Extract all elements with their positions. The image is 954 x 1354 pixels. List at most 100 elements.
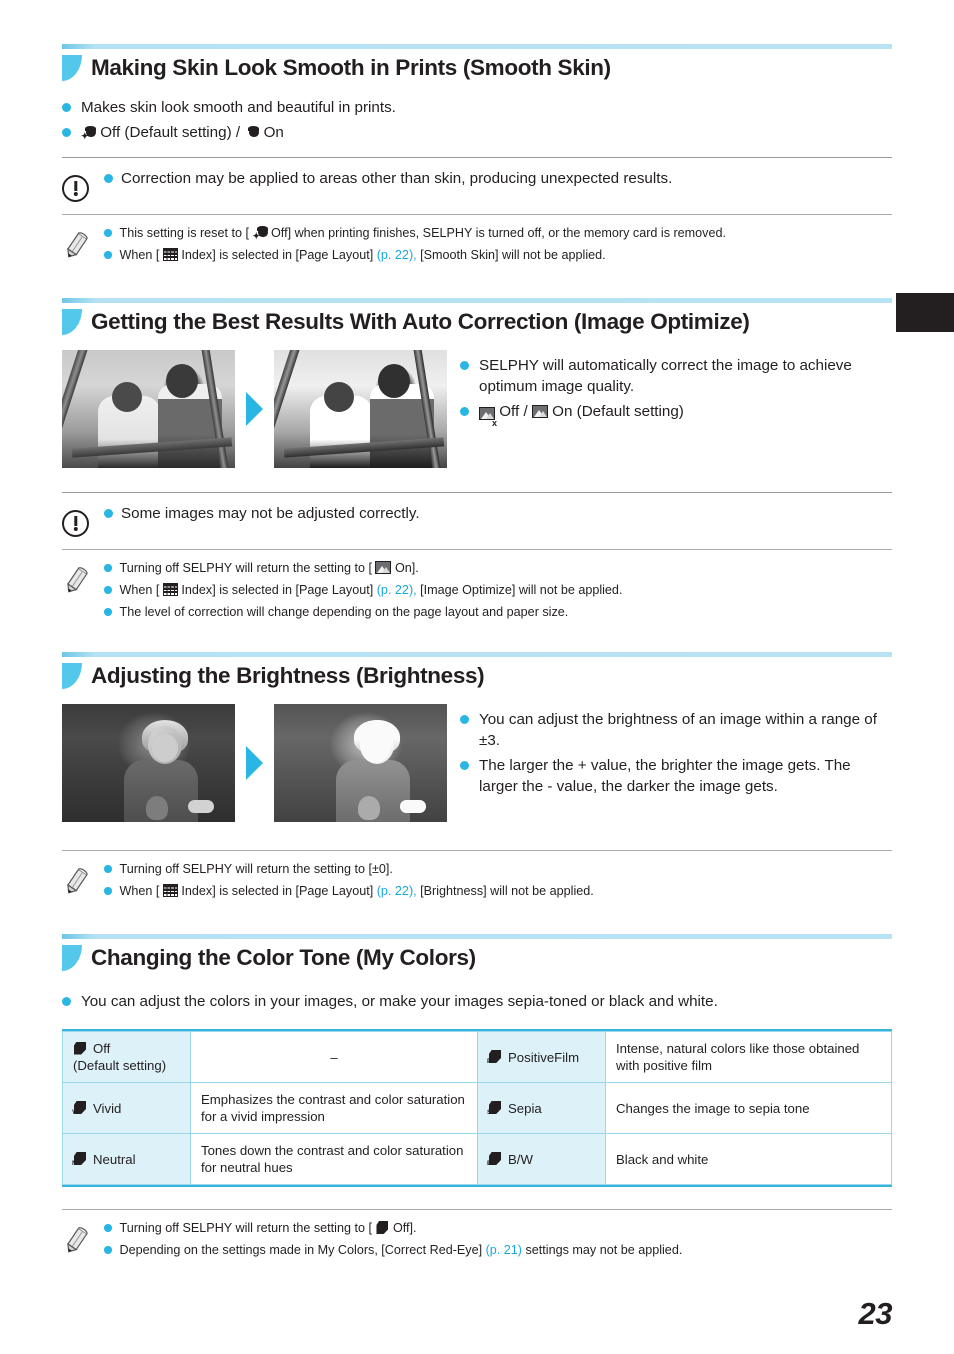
smooth-skin-off-icon: ✦ [81,126,96,141]
note-text: The level of correction will change depe… [119,605,569,619]
list-item: Depending on the settings made in My Col… [104,1241,892,1260]
smooth-skin-off-icon: ✦ [253,226,268,241]
smooth-skin-on-icon [244,126,260,140]
caution-exclamation-icon [62,175,89,202]
option-label: Vivid [93,1100,122,1116]
table-cell-option: Off (Default setting) [62,1031,191,1083]
section-image-optimize: Getting the Best Results With Auto Corre… [62,298,892,632]
list-item: When [ Index] is selected in [Page Layou… [104,581,892,600]
table-cell-description: Black and white [605,1133,892,1185]
bullet-list: You can adjust the brightness of an imag… [460,709,892,797]
note-text: Turning off SELPHY will return the setti… [120,1219,417,1238]
page-number: 23 [858,1296,893,1331]
note-icon-cell [62,559,104,601]
note-text-pre: Depending on the settings made in My Col… [119,1243,483,1257]
example-row: You can adjust the brightness of an imag… [62,704,892,822]
section-heading: Adjusting the Brightness (Brightness) [62,659,892,692]
setting-line: ✦ Off (Default setting) / On [81,122,284,143]
list-item: When [ Index] is selected in [Page Layou… [104,882,892,901]
option-label: Sepia [508,1100,542,1116]
section-marker-icon [62,945,82,971]
example-arrow-icon [246,746,263,780]
note-icon-cell [62,1219,104,1261]
note-block: Turning off SELPHY will return the setti… [62,1210,892,1271]
section-title: Getting the Best Results With Auto Corre… [91,308,750,334]
example-thumbnails [62,350,447,468]
note-text-pre: This setting is reset to [ [119,226,250,240]
caution-block: Correction may be applied to areas other… [62,158,892,214]
note-text-pre: When [ [119,583,160,597]
list-item: You can adjust the brightness of an imag… [460,709,892,751]
table-row: Off (Default setting) – P PositiveFilm I… [62,1031,892,1083]
example-arrow-icon [246,392,263,426]
index-grid-icon [162,884,178,897]
bullet-dot-icon [62,997,71,1006]
image-optimize-off-icon: x [479,403,497,428]
note-icon-cell [62,224,104,266]
setting-separator: / [523,403,528,420]
option-label: Neutral [93,1151,136,1167]
note-text-mid: Index] is selected in [Page Layout] [181,248,374,262]
bullet-text: Makes skin look smooth and beautiful in … [81,99,396,116]
note-text: Turning off SELPHY will return the setti… [119,862,393,876]
bullet-dot-icon [460,407,469,416]
image-optimize-on-icon [375,561,392,574]
page-reference-link[interactable]: (p. 22), [377,884,417,898]
table-cell-option: Se Sepia [477,1082,606,1134]
note-text: When [ Index] is selected in [Page Layou… [120,246,606,265]
note-body: This setting is reset to [ ✦ Off] when p… [104,224,892,265]
section-rule [62,298,892,303]
caution-icon-cell [62,168,104,202]
list-item: SELPHY will automatically correct the im… [460,355,892,397]
chapter-edge-tab [896,293,954,332]
example-thumbnails [62,704,447,822]
page-reference-link[interactable]: (p. 21) [486,1243,522,1257]
my-colors-off-icon [73,1041,87,1056]
page-reference-link[interactable]: (p. 22), [377,248,417,262]
note-text: When [ Index] is selected in [Page Layou… [120,882,594,901]
table-cell-description: Emphasizes the contrast and color satura… [190,1082,478,1134]
table-cell-option: N Neutral [62,1133,191,1185]
section-heading: Making Skin Look Smooth in Prints (Smoot… [62,51,892,84]
example-description: You can adjust the brightness of an imag… [447,704,892,797]
caution-text: Correction may be applied to areas other… [121,170,673,187]
list-item: x Off / On (Default setting) [460,401,892,428]
page-reference-link[interactable]: (p. 22), [377,583,417,597]
section-heading: Getting the Best Results With Auto Corre… [62,305,892,338]
section-title: Changing the Color Tone (My Colors) [91,944,476,970]
table-cell-option: P PositiveFilm [477,1031,606,1083]
note-icon-cell [62,860,104,902]
list-item: Some images may not be adjusted correctl… [104,503,892,525]
list-item: Turning off SELPHY will return the setti… [104,1219,892,1238]
note-text: This setting is reset to [ ✦ Off] when p… [119,224,726,243]
note-text-post: [Image Optimize] will not be applied. [420,583,623,597]
note-text-post: settings may not be applied. [525,1243,683,1257]
bullet-dot-icon [104,251,112,259]
page-content: Making Skin Look Smooth in Prints (Smoot… [62,0,892,1271]
setting-line: x Off / On (Default setting) [479,401,684,428]
note-text-post: [Smooth Skin] will not be applied. [420,248,606,262]
example-description: SELPHY will automatically correct the im… [447,350,892,428]
table-cell-description: Intense, natural colors like those obtai… [605,1031,892,1083]
setting-off-label: Off [499,403,520,420]
my-colors-vivid-icon: V [72,1101,87,1116]
note-body: Turning off SELPHY will return the setti… [104,860,892,901]
note-body: Turning off SELPHY will return the setti… [104,1219,892,1260]
pencil-note-icon [67,567,88,593]
list-item: Turning off SELPHY will return the setti… [104,860,892,879]
list-item: The level of correction will change depe… [104,603,892,622]
option-sublabel: (Default setting) [73,1058,167,1073]
list-item: When [ Index] is selected in [Page Layou… [104,246,892,265]
example-image-after [274,704,447,822]
bullet-dot-icon [104,229,112,237]
note-text-pre: Turning off SELPHY will return the setti… [119,561,372,575]
setting-on-label: On [263,124,284,141]
note-text-mid: Index] is selected in [Page Layout] [181,884,374,898]
manual-page: Making Skin Look Smooth in Prints (Smoot… [0,0,954,1354]
table-bottom-edge [62,1185,892,1187]
note-text-pre: When [ [119,248,160,262]
bullet-dot-icon [104,865,112,873]
caution-body: Some images may not be adjusted correctl… [104,503,892,525]
caution-body: Correction may be applied to areas other… [104,168,892,190]
section-title: Making Skin Look Smooth in Prints (Smoot… [91,54,611,80]
